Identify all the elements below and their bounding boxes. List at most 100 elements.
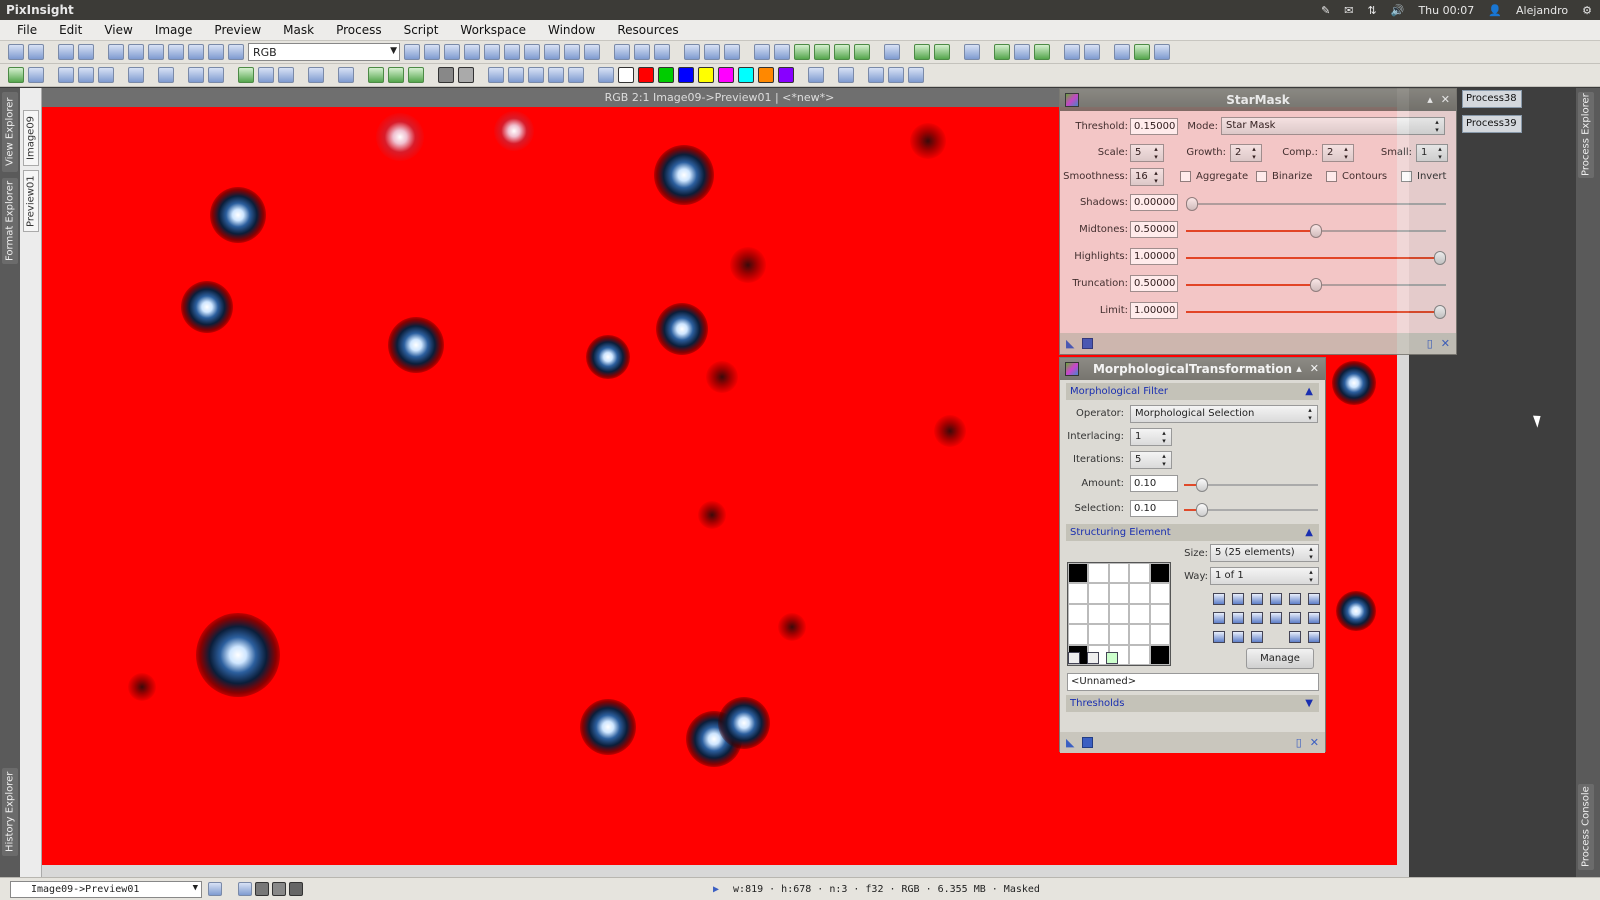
element-flip-icon[interactable] (1251, 612, 1263, 624)
dark-mode-icon[interactable] (289, 882, 303, 896)
midtones-slider[interactable] (1186, 224, 1446, 238)
grid-icon[interactable] (278, 67, 294, 83)
element-edit-icon[interactable] (1213, 612, 1225, 624)
window-icon[interactable] (754, 44, 770, 60)
settings-icon[interactable] (1084, 44, 1100, 60)
highlights-field[interactable]: 1.00000 (1130, 248, 1178, 265)
invert-checkbox[interactable] (1401, 171, 1412, 182)
structuring-cell[interactable] (1129, 563, 1150, 584)
magenta-mask-color-icon[interactable] (718, 67, 734, 83)
new-icon[interactable] (504, 44, 520, 60)
blue-channel-icon[interactable] (168, 44, 184, 60)
tab-process-explorer[interactable]: Process Explorer (1578, 92, 1594, 178)
element-save-icon[interactable] (1289, 631, 1301, 643)
element-paste-icon[interactable] (1308, 593, 1320, 605)
script-icon[interactable] (994, 44, 1010, 60)
preview-delete-icon[interactable] (724, 44, 740, 60)
note-icon[interactable] (884, 44, 900, 60)
tab-preview01[interactable]: Preview01 (23, 170, 39, 232)
layers-alt-icon[interactable] (888, 67, 904, 83)
element-ring-icon[interactable] (1251, 593, 1263, 605)
shadows-field[interactable]: 0.00000 (1130, 194, 1178, 211)
aggregate-checkbox[interactable] (1180, 171, 1191, 182)
layers-stack-icon[interactable] (908, 67, 924, 83)
cyan-mask-color-icon[interactable] (738, 67, 754, 83)
structuring-cell[interactable] (1088, 624, 1109, 645)
color-mask-icon[interactable] (598, 67, 614, 83)
tile-icon[interactable] (774, 44, 790, 60)
horizontal-scrollbar[interactable] (42, 865, 1409, 877)
section-morphological-filter[interactable]: Morphological Filter ▲ (1066, 383, 1319, 400)
collapse-icon[interactable]: ▲ (1305, 383, 1313, 400)
copy-icon[interactable] (78, 44, 94, 60)
zoom-1to1-icon[interactable] (484, 44, 500, 60)
gray-mode-icon[interactable] (255, 882, 269, 896)
reset-icon[interactable]: ✕ (1441, 337, 1450, 350)
structuring-cell[interactable] (1129, 624, 1150, 645)
structuring-cell[interactable] (1149, 603, 1170, 625)
light-gray-swatch-icon[interactable] (458, 67, 474, 83)
gear-icon[interactable]: ⚙ (1582, 4, 1592, 17)
section-structuring-element[interactable]: Structuring Element ▲ (1066, 524, 1319, 541)
rgb-channel-icon[interactable] (108, 44, 124, 60)
element-plus-icon[interactable] (1232, 631, 1244, 643)
luminance-icon[interactable] (188, 44, 204, 60)
import-icon[interactable] (934, 44, 950, 60)
arrange-icon[interactable] (814, 44, 830, 60)
zoom-out-alt-icon[interactable] (634, 44, 650, 60)
pan-icon[interactable] (404, 44, 420, 60)
browse-docs-icon[interactable]: ▯ (1427, 337, 1433, 350)
structuring-cell[interactable] (1149, 583, 1170, 604)
slider-handle[interactable] (1196, 503, 1209, 517)
set-one-icon[interactable] (1068, 652, 1080, 664)
menu-view[interactable]: View (93, 23, 143, 37)
manage-button[interactable]: Manage (1246, 648, 1314, 669)
new-instance-icon[interactable]: ◣ (1066, 337, 1074, 350)
set-add-icon[interactable] (1106, 652, 1118, 664)
sliders-icon[interactable] (1064, 44, 1080, 60)
element-copy-icon[interactable] (1289, 593, 1301, 605)
redo-icon[interactable] (28, 44, 44, 60)
menu-edit[interactable]: Edit (48, 23, 93, 37)
browse-docs-icon[interactable]: ▯ (1296, 736, 1302, 749)
operator-select[interactable]: Morphological Selection (1130, 405, 1318, 423)
structuring-cell[interactable] (1129, 644, 1150, 665)
edit-icon[interactable]: ✎ (1321, 4, 1330, 17)
shade-icon[interactable]: ▴ (1427, 93, 1433, 106)
execute-icon[interactable] (1134, 44, 1150, 60)
structuring-cell[interactable] (1088, 603, 1109, 625)
smoothness-spinner[interactable]: 16 (1130, 168, 1164, 186)
zoom-in-icon[interactable] (564, 44, 580, 60)
zoom-out-icon[interactable] (584, 44, 600, 60)
stf-auto-icon[interactable] (188, 67, 204, 83)
tab-view-explorer[interactable]: View Explorer (2, 92, 18, 172)
scale-spinner[interactable]: 5 (1130, 144, 1164, 162)
tab-format-explorer[interactable]: Format Explorer (2, 178, 18, 264)
zoom-optimal-icon[interactable] (444, 44, 460, 60)
menu-script[interactable]: Script (393, 23, 450, 37)
open-icon[interactable] (8, 67, 24, 83)
gray-swatch-icon[interactable] (438, 67, 454, 83)
remove-icon[interactable] (408, 67, 424, 83)
overlay-icon[interactable] (808, 67, 824, 83)
slider-handle[interactable] (1196, 478, 1209, 492)
process-icon-38[interactable]: Process38 (1462, 90, 1522, 108)
green-channel-icon[interactable] (148, 44, 164, 60)
preview-new-icon[interactable] (684, 44, 700, 60)
zoom-fit-icon[interactable] (424, 44, 440, 60)
menu-mask[interactable]: Mask (272, 23, 325, 37)
structuring-cell[interactable] (1108, 583, 1130, 604)
way-select[interactable]: 1 of 1 (1210, 567, 1319, 585)
export-icon[interactable] (914, 44, 930, 60)
color-mode-icon[interactable] (238, 882, 252, 896)
play-icon[interactable]: ▶ (713, 884, 719, 895)
red-mask-color-icon[interactable] (638, 67, 654, 83)
layer-icon[interactable] (838, 67, 854, 83)
element-circle-icon[interactable] (1213, 593, 1225, 605)
zoom-icon[interactable] (464, 44, 480, 60)
limit-slider[interactable] (1186, 305, 1446, 319)
zoom-reset-icon[interactable] (654, 44, 670, 60)
element-zero-icon[interactable] (1308, 612, 1320, 624)
rotate-left-icon[interactable] (488, 67, 504, 83)
globe-icon[interactable] (964, 44, 980, 60)
